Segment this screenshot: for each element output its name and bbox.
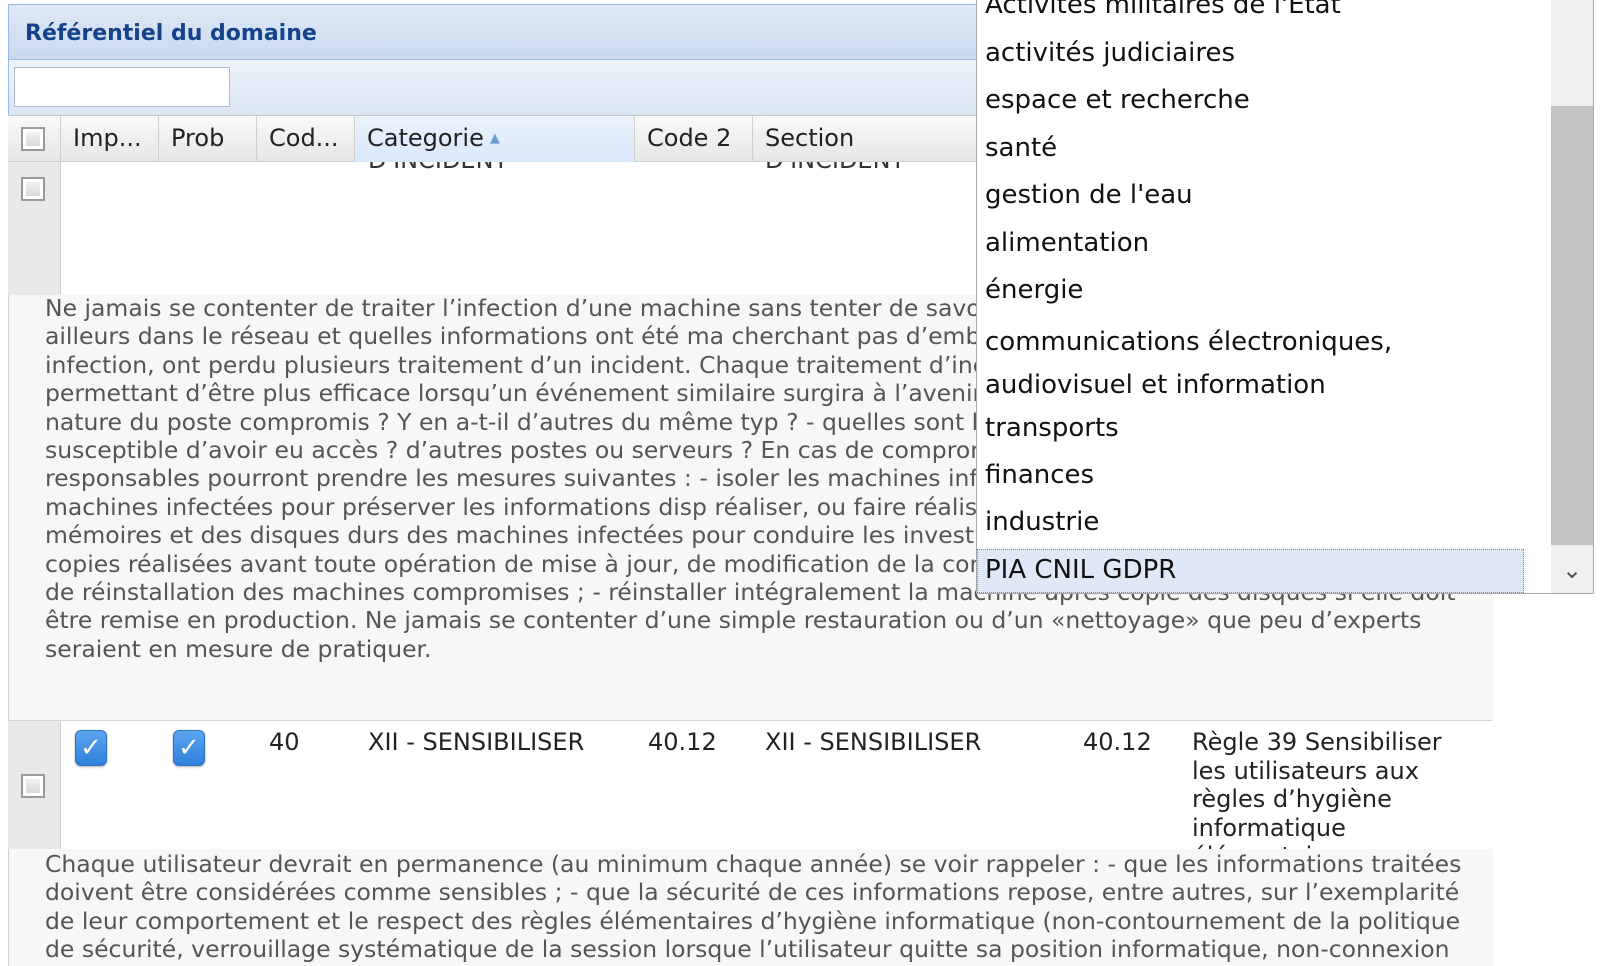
row-selector: [8, 162, 61, 295]
impact-checkbox-checked[interactable]: ✓: [75, 730, 107, 766]
select-all-column[interactable]: [8, 116, 61, 162]
row2-section: XII - SENSIBILISER: [765, 728, 982, 756]
dropdown-item[interactable]: alimentation: [985, 228, 1149, 258]
row-checkbox[interactable]: [21, 177, 45, 201]
dropdown-item[interactable]: activités judiciaires: [985, 38, 1235, 68]
dropdown-item[interactable]: énergie: [985, 275, 1083, 305]
row1-section-clipped: D'INCIDENT: [765, 162, 965, 172]
row-selector: [8, 721, 61, 849]
dropdown-item-selected[interactable]: PIA CNIL GDPR: [985, 555, 1176, 585]
column-categorie-label: Categorie: [367, 124, 484, 152]
dropdown-item[interactable]: industrie: [985, 507, 1099, 537]
domain-dropdown-list[interactable]: Activités militaires de l'État activités…: [976, 0, 1594, 594]
column-section[interactable]: Section: [753, 116, 988, 162]
dropdown-item[interactable]: Activités militaires de l'État: [985, 0, 1341, 20]
column-code2[interactable]: Code 2: [635, 116, 753, 162]
dropdown-item[interactable]: santé: [985, 133, 1057, 163]
column-categorie[interactable]: Categorie ▲: [355, 116, 635, 162]
row2-code: 40: [269, 728, 300, 756]
row-checkbox[interactable]: [21, 774, 45, 798]
dropdown-item[interactable]: transports: [985, 413, 1119, 443]
column-prob[interactable]: Prob: [159, 116, 257, 162]
row2-code2: 40.12: [648, 728, 717, 756]
dropdown-item[interactable]: finances: [985, 460, 1094, 490]
dropdown-scrollbar[interactable]: ⌄: [1551, 0, 1593, 593]
select-all-checkbox[interactable]: [21, 127, 45, 151]
panel-title: Référentiel du domaine: [25, 21, 317, 46]
dropdown-item[interactable]: communications électroniques, audiovisue…: [985, 321, 1515, 407]
scroll-down-icon[interactable]: ⌄: [1551, 548, 1593, 593]
dropdown-item[interactable]: gestion de l'eau: [985, 180, 1193, 210]
dropdown-item[interactable]: espace et recherche: [985, 85, 1250, 115]
row2-category: XII - SENSIBILISER: [368, 728, 585, 756]
scrollbar-thumb[interactable]: [1551, 106, 1593, 545]
sort-asc-icon: ▲: [489, 131, 500, 146]
row1-category-clipped: D'INCIDENT: [368, 162, 568, 172]
row2-code3: 40.12: [1083, 728, 1152, 756]
prob-checkbox-checked[interactable]: ✓: [173, 730, 205, 766]
column-impact[interactable]: Imp...: [61, 116, 159, 162]
row2-description: Chaque utilisateur devrait en permanence…: [45, 850, 1462, 966]
column-code[interactable]: Cod...: [257, 116, 355, 162]
search-input[interactable]: [14, 67, 230, 107]
row-divider: [8, 720, 1492, 721]
